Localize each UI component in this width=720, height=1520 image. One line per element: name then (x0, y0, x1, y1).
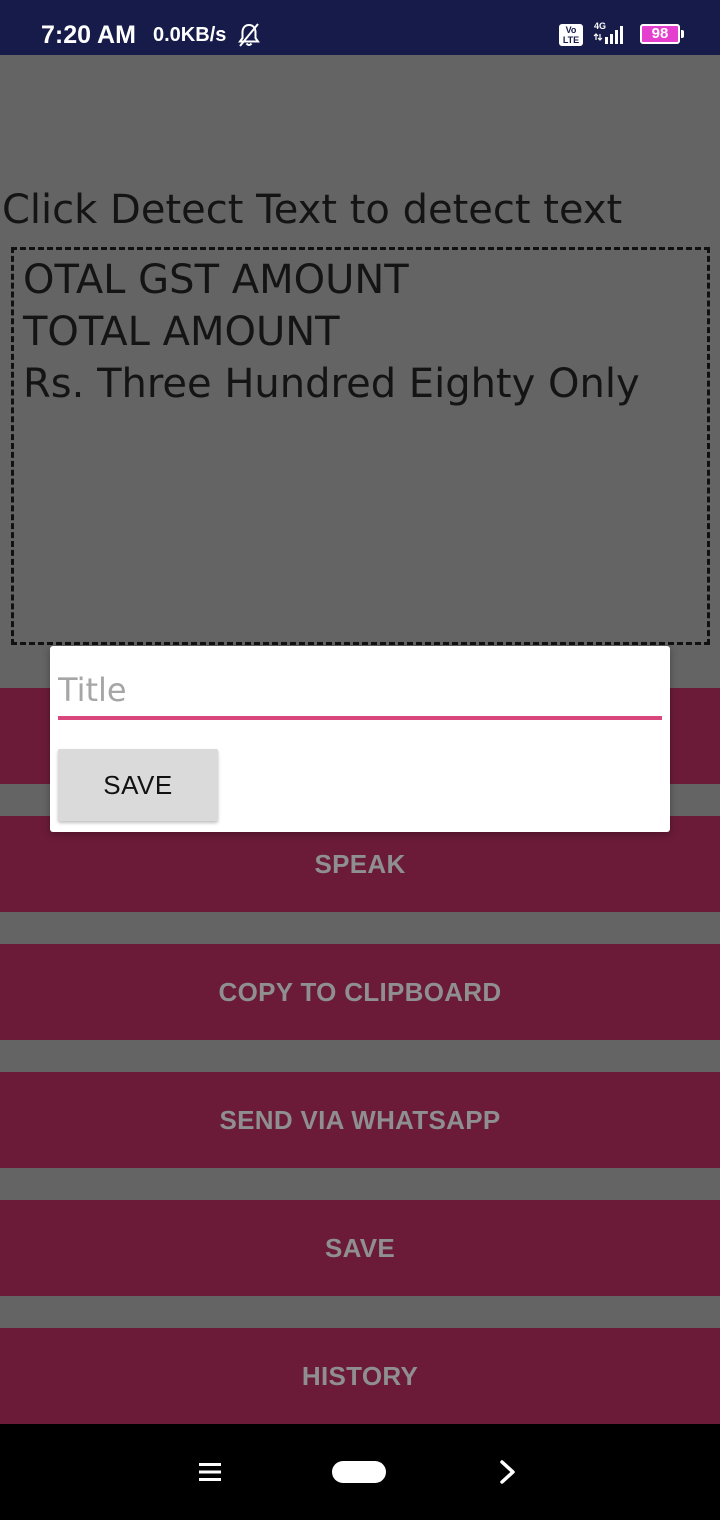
detected-line: OTAL GST AMOUNT (23, 257, 409, 303)
dialog-save-button[interactable]: SAVE (58, 749, 218, 821)
volte-icon: Vo LTE (559, 24, 583, 46)
signal-strength-icon: 4G (593, 21, 623, 44)
copy-to-clipboard-button[interactable]: COPY TO CLIPBOARD (0, 944, 720, 1040)
instruction-text: Click Detect Text to detect text (2, 187, 623, 233)
history-button[interactable]: HISTORY (0, 1328, 720, 1424)
detected-line: TOTAL AMOUNT (23, 309, 340, 355)
send-via-whatsapp-button[interactable]: SEND VIA WHATSAPP (0, 1072, 720, 1168)
battery-tip (681, 30, 684, 38)
detected-line: Rs. Three Hundred Eighty Only (23, 361, 640, 407)
network-speed: 0.0KB/s (153, 24, 227, 46)
bell-muted-icon (238, 23, 260, 47)
home-pill-icon[interactable] (332, 1461, 386, 1483)
chevron-right-icon[interactable] (498, 1459, 518, 1485)
status-bar: 7:20 AM 0.0KB/s Vo LTE 4G 98 (0, 0, 720, 55)
network-type: 4G (594, 21, 606, 31)
battery-icon: 98 (640, 24, 680, 44)
save-button[interactable]: SAVE (0, 1200, 720, 1296)
save-title-dialog: SAVE (50, 646, 670, 832)
detected-text-box: OTAL GST AMOUNT TOTAL AMOUNT Rs. Three H… (11, 247, 710, 645)
title-input[interactable] (58, 664, 662, 720)
menu-icon[interactable] (199, 1462, 221, 1482)
status-time: 7:20 AM (41, 21, 136, 49)
